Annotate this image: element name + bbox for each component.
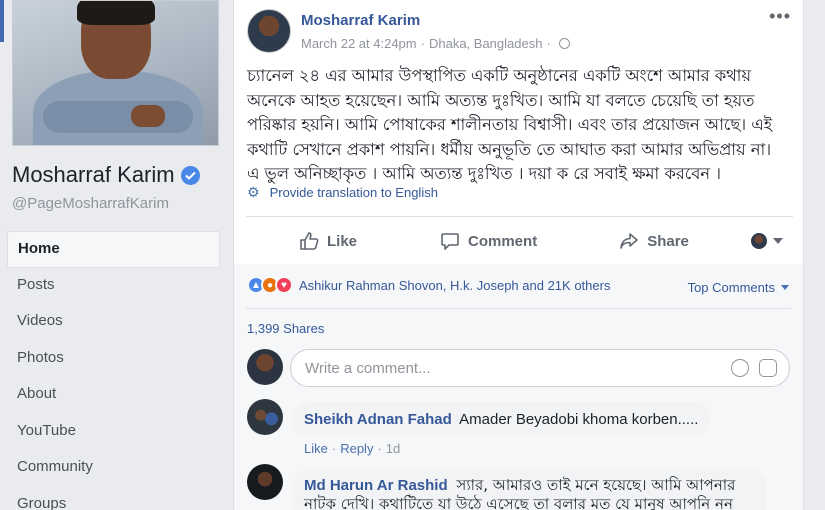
comment-button[interactable]: Comment <box>440 231 537 251</box>
share-label: Share <box>647 232 689 250</box>
gear-icon: ⚙ <box>247 184 260 200</box>
comment-meta-separator: · <box>377 441 382 456</box>
comment-reply-link[interactable]: Reply <box>340 441 373 456</box>
more-options-icon[interactable]: ••• <box>769 6 791 27</box>
comment-bubble: Md Harun Ar Rashid স্যার, আমারও তাই মনে … <box>292 468 767 510</box>
emoji-icon[interactable] <box>731 359 749 377</box>
comment-avatar[interactable] <box>247 399 283 435</box>
edge-accent-bar <box>0 0 4 42</box>
post-card: Mosharraf Karim March 22 at 4:24pm · Dha… <box>233 0 804 510</box>
nav-item-community[interactable]: Community <box>7 450 220 487</box>
feedback-section: ▲ ● ♥ Ashikur Rahman Shovon, H.k. Joseph… <box>234 264 803 510</box>
post-meta: March 22 at 4:24pm · Dhaka, Bangladesh · <box>301 36 570 51</box>
nav-item-posts[interactable]: Posts <box>7 268 220 305</box>
page-nav: Home Posts Videos Photos About YouTube C… <box>7 231 220 510</box>
avatar <box>751 233 767 249</box>
translate-label[interactable]: Provide translation to English <box>270 185 438 200</box>
author-avatar[interactable] <box>247 9 291 53</box>
comment-input-icons <box>731 359 777 377</box>
nav-item-about[interactable]: About <box>7 377 220 414</box>
comment-text: Amader Beyadobi khoma korben..... <box>459 411 699 428</box>
profile-arms <box>43 101 193 133</box>
like-label: Like <box>327 232 358 250</box>
top-comments-label: Top Comments <box>687 280 775 295</box>
comment-author[interactable]: Md Harun Ar Rashid <box>304 477 448 494</box>
profile-hand <box>131 105 165 127</box>
nav-item-home[interactable]: Home <box>7 231 220 268</box>
post-date[interactable]: March 22 at 4:24pm <box>301 36 417 51</box>
reaction-summary[interactable]: ▲ ● ♥ Ashikur Rahman Shovon, H.k. Joseph… <box>247 276 610 294</box>
verified-badge-icon <box>180 165 200 185</box>
shares-link[interactable]: 1,399 Shares <box>247 321 324 336</box>
globe-icon[interactable] <box>558 38 570 49</box>
comment-meta-separator: · <box>331 441 337 456</box>
page-name-text[interactable]: Mosharraf Karim <box>12 162 175 188</box>
nav-item-videos[interactable]: Videos <box>7 304 220 341</box>
share-button[interactable]: Share <box>619 231 689 251</box>
comment-bubble: Sheikh Adnan Fahad Amader Beyadobi khoma… <box>292 402 711 436</box>
post-location[interactable]: Dhaka, Bangladesh <box>429 36 542 51</box>
page-name[interactable]: Mosharraf Karim <box>12 162 200 188</box>
page-sidebar: Mosharraf Karim @PageMosharrafKarim Home… <box>0 0 232 510</box>
post-author[interactable]: Mosharraf Karim <box>301 12 420 29</box>
profile-picture[interactable] <box>12 0 219 146</box>
meta-separator: · <box>420 36 425 51</box>
love-reaction-icon: ♥ <box>275 276 293 294</box>
nav-item-groups[interactable]: Groups <box>7 487 220 510</box>
reactors-link[interactable]: Ashikur Rahman Shovon, H.k. Joseph and 2… <box>299 278 610 293</box>
sticker-icon[interactable] <box>759 359 777 377</box>
comment-placeholder: Write a comment... <box>305 359 431 377</box>
react-as-selector[interactable] <box>751 233 783 249</box>
comment-icon <box>441 233 459 250</box>
like-button[interactable]: Like <box>299 231 357 251</box>
top-comments-dropdown[interactable]: Top Comments <box>688 280 789 295</box>
comment-time[interactable]: 1d <box>386 441 400 456</box>
like-icon <box>300 232 319 250</box>
chevron-down-icon <box>773 238 783 244</box>
page-handle[interactable]: @PageMosharrafKarim <box>12 195 169 212</box>
comment-input[interactable]: Write a comment... <box>290 349 790 387</box>
meta-separator-2: · <box>546 36 551 51</box>
divider <box>246 216 793 217</box>
comment-avatar[interactable] <box>247 464 283 500</box>
comment-meta: Like · Reply · 1d <box>304 441 400 456</box>
nav-item-youtube[interactable]: YouTube <box>7 414 220 451</box>
nav-item-photos[interactable]: Photos <box>7 341 220 378</box>
chevron-down-icon <box>781 285 789 290</box>
post-actions: Like Comment Share <box>246 222 793 260</box>
comment-author[interactable]: Sheikh Adnan Fahad <box>304 411 452 428</box>
translate-link[interactable]: ⚙ Provide translation to English <box>247 184 438 201</box>
share-icon <box>620 233 638 249</box>
profile-hair <box>77 1 155 25</box>
comment-label: Comment <box>468 232 538 250</box>
divider <box>246 308 791 309</box>
post-text: চ্যানেল ২৪ এর আমার উপস্থাপিত একটি অনুষ্ঠ… <box>247 66 773 183</box>
commenter-avatar[interactable] <box>247 349 283 385</box>
comment-like-link[interactable]: Like <box>304 441 328 456</box>
